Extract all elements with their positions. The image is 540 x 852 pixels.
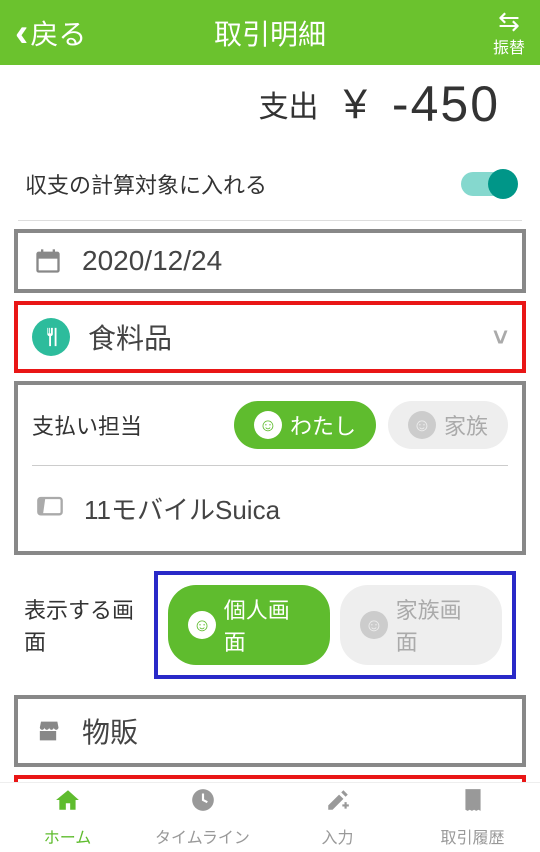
display-personal-label: 個人画面 [224,593,310,657]
store-icon [32,717,64,745]
payer-label: 支払い担当 [32,409,142,441]
clock-icon [190,787,216,820]
payer-family-button[interactable]: ☺ 家族 [388,401,508,449]
nav-history[interactable]: 取引履歴 [405,783,540,852]
food-icon [32,318,70,356]
payment-method-row[interactable]: 11モバイルSuica [32,476,508,541]
nav-timeline[interactable]: タイムライン [135,783,270,852]
nav-timeline-label: タイムライン [155,824,250,848]
calendar-icon [32,247,64,275]
amount-label: 支出 [259,82,319,126]
bottom-nav: ホーム タイムライン 入力 取引履歴 [0,782,540,852]
date-value: 2020/12/24 [82,245,508,277]
category-field[interactable]: 食料品 ˅ [14,301,526,373]
payer-me-label: わたし [290,409,356,441]
category-value: 食料品 [88,317,475,357]
amount-value: -450 [392,75,500,133]
home-icon [55,787,81,820]
person-icon: ☺ [188,611,215,639]
include-toggle-label: 収支の計算対象に入れる [25,168,267,200]
transfer-label: 振替 [493,34,525,58]
nav-home[interactable]: ホーム [0,783,135,852]
display-screen-label: 表示する画面 [24,593,154,657]
transfer-icon: ⇆ [498,8,520,34]
back-label: 戻る [30,13,86,53]
chevron-left-icon: ‹ [15,13,28,53]
chevron-down-icon: ˅ [493,322,508,353]
amount-currency: ¥ [344,80,367,128]
payer-family-label: 家族 [444,409,488,441]
display-family-button[interactable]: ☺ 家族画面 [340,585,502,665]
merchant-value: 物販 [82,711,508,751]
payer-me-button[interactable]: ☺ わたし [234,401,376,449]
card-icon [36,493,64,524]
nav-home-label: ホーム [44,824,92,848]
people-icon: ☺ [408,411,436,439]
payment-method-value: 11モバイルSuica [84,490,280,527]
pencil-plus-icon [325,787,351,820]
back-button[interactable]: ‹ 戻る [15,13,86,53]
display-personal-button[interactable]: ☺ 個人画面 [168,585,330,665]
people-icon: ☺ [360,611,387,639]
payer-section: 支払い担当 ☺ わたし ☺ 家族 11モバイルSuica [14,381,526,555]
page-title: 取引明細 [214,13,326,53]
toggle-knob [488,169,518,199]
merchant-field[interactable]: 物販 [14,695,526,767]
person-icon: ☺ [254,411,282,439]
transfer-button[interactable]: ⇆ 振替 [493,8,525,58]
display-screen-group: ☺ 個人画面 ☺ 家族画面 [154,571,516,679]
receipt-icon [460,787,486,820]
nav-history-label: 取引履歴 [440,824,504,848]
date-field[interactable]: 2020/12/24 [14,229,526,293]
amount-display: 支出 ¥ -450 [0,65,540,163]
display-family-label: 家族画面 [396,593,482,657]
include-toggle[interactable] [461,172,515,196]
nav-input[interactable]: 入力 [270,783,405,852]
nav-input-label: 入力 [321,824,353,848]
